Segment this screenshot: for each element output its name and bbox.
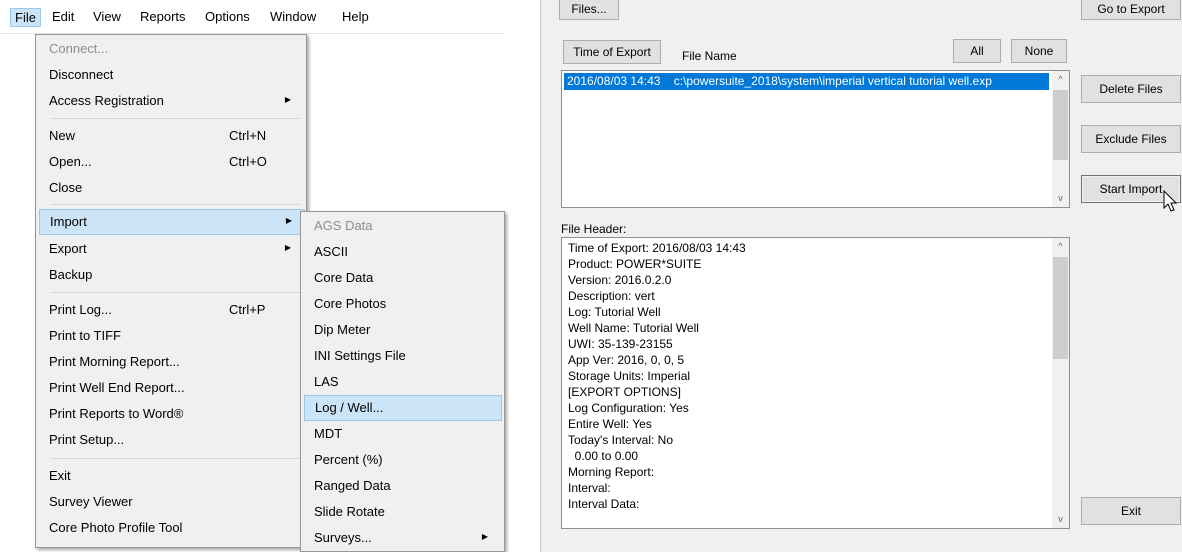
menu-item-survey-viewer[interactable]: Survey Viewer [39, 490, 303, 514]
submenu-item-ags-data: AGS Data [314, 218, 373, 233]
menu-help[interactable]: Help [342, 9, 369, 24]
file-header-line: Today's Interval: No [568, 433, 674, 447]
submenu-item-ranged-data[interactable]: Ranged Data [304, 474, 500, 498]
file-header-line: [EXPORT OPTIONS] [568, 385, 681, 399]
file-list-row[interactable]: 2016/08/03 14:43 c:\powersuite_2018\syst… [564, 73, 1049, 90]
menu-item-export[interactable]: Export ▶ [39, 237, 303, 261]
menu-item-print-setup[interactable]: Print Setup... [39, 428, 303, 452]
submenu-arrow-icon: ▶ [481, 532, 488, 541]
submenu-item-core-data[interactable]: Core Data [304, 266, 500, 290]
menu-item-print-log[interactable]: Print Log... Ctrl+P [39, 298, 303, 322]
menu-item-print-morning-report[interactable]: Print Morning Report... [39, 350, 303, 374]
menu-bar: File Edit View Reports Options Window He… [0, 0, 505, 34]
submenu-item-ascii[interactable]: ASCII [304, 240, 500, 264]
scroll-up-icon[interactable]: ^ [1052, 238, 1069, 255]
file-header-line: App Ver: 2016, 0, 0, 5 [568, 353, 685, 367]
menu-separator [50, 292, 300, 293]
scroll-thumb[interactable] [1053, 90, 1068, 160]
file-header-line: Interval Data: [568, 497, 640, 511]
menu-separator [50, 118, 300, 119]
submenu-item-slide-rotate[interactable]: Slide Rotate [304, 500, 500, 524]
file-header-label: File Header: [561, 222, 627, 236]
exit-button[interactable]: Exit [1081, 497, 1181, 525]
file-header-line: Entire Well: Yes [568, 417, 652, 431]
file-header-line: Product: POWER*SUITE [568, 257, 702, 271]
submenu-arrow-icon: ▶ [284, 243, 291, 252]
submenu-item-ini-settings-file[interactable]: INI Settings File [304, 344, 500, 368]
menu-item-connect: Connect... [49, 41, 109, 56]
menu-item-open[interactable]: Open... Ctrl+O [39, 150, 303, 174]
scroll-thumb[interactable] [1053, 257, 1068, 359]
file-header-line: Time of Export: 2016/08/03 14:43 [568, 241, 746, 255]
import-submenu: AGS Data ASCII Core Data Core Photos Dip… [300, 211, 505, 552]
file-name-column-label: File Name [682, 49, 737, 63]
file-header-line: Version: 2016.0.2.0 [568, 273, 672, 287]
exclude-files-button[interactable]: Exclude Files [1081, 125, 1181, 153]
submenu-item-las[interactable]: LAS [304, 370, 500, 394]
menu-item-import[interactable]: Import ▶ [39, 209, 305, 235]
menu-file[interactable]: File [10, 8, 41, 27]
menu-item-new[interactable]: New Ctrl+N [39, 124, 303, 148]
time-of-export-column-button[interactable]: Time of Export [563, 40, 661, 64]
submenu-arrow-icon: ▶ [284, 95, 291, 104]
menu-item-close[interactable]: Close [39, 176, 303, 200]
files-button[interactable]: Files... [559, 0, 619, 20]
delete-files-button[interactable]: Delete Files [1081, 75, 1181, 103]
submenu-item-surveys[interactable]: Surveys... ▶ [304, 526, 500, 550]
scroll-up-icon[interactable]: ^ [1052, 71, 1069, 88]
menu-item-disconnect[interactable]: Disconnect [39, 63, 303, 87]
file-list-path: c:\powersuite_2018\system\imperial verti… [673, 74, 992, 88]
menu-separator [50, 458, 300, 459]
menu-view[interactable]: View [93, 9, 121, 24]
scroll-down-icon[interactable]: v [1052, 511, 1069, 528]
file-header-line: Interval: [568, 481, 611, 495]
submenu-item-mdt[interactable]: MDT [304, 422, 500, 446]
submenu-item-percent[interactable]: Percent (%) [304, 448, 500, 472]
file-menu-dropdown: Connect... Disconnect Access Registratio… [35, 34, 307, 548]
mouse-cursor-icon [1163, 190, 1178, 212]
menu-item-print-well-end-report[interactable]: Print Well End Report... [39, 376, 303, 400]
go-to-export-button[interactable]: Go to Export [1081, 0, 1181, 20]
menu-reports[interactable]: Reports [140, 9, 186, 24]
file-header-line: 0.00 to 0.00 [568, 449, 639, 463]
menu-item-print-to-tiff[interactable]: Print to TIFF [39, 324, 303, 348]
import-dialog: Files... Go to Export Time of Export Fil… [540, 0, 1182, 552]
file-header-line: Morning Report: [568, 465, 655, 479]
file-list-time: 2016/08/03 14:43 [567, 74, 661, 88]
file-header-line: Description: vert [568, 289, 655, 303]
file-header-line: UWI: 35-139-23155 [568, 337, 673, 351]
submenu-item-dip-meter[interactable]: Dip Meter [304, 318, 500, 342]
menu-separator [50, 204, 300, 205]
file-list-scrollbar[interactable]: ^ v [1052, 71, 1069, 207]
file-header-line: Storage Units: Imperial [568, 369, 691, 383]
none-button[interactable]: None [1011, 39, 1067, 63]
submenu-item-core-photos[interactable]: Core Photos [304, 292, 500, 316]
menu-item-core-photo-profile-tool[interactable]: Core Photo Profile Tool [39, 516, 303, 540]
menu-item-access-registration[interactable]: Access Registration ▶ [39, 89, 303, 113]
file-header-line: Log Configuration: Yes [568, 401, 689, 415]
menu-options[interactable]: Options [205, 9, 250, 24]
all-button[interactable]: All [953, 39, 1001, 63]
submenu-item-log-well[interactable]: Log / Well... [304, 395, 502, 421]
file-header-textbox[interactable]: Time of Export: 2016/08/03 14:43 Product:… [561, 237, 1070, 529]
file-list[interactable]: 2016/08/03 14:43 c:\powersuite_2018\syst… [561, 70, 1070, 208]
menu-item-exit[interactable]: Exit [39, 464, 303, 488]
menu-window[interactable]: Window [270, 9, 316, 24]
file-header-line: Well Name: Tutorial Well [568, 321, 699, 335]
submenu-arrow-icon: ▶ [285, 216, 292, 225]
menu-item-print-reports-to-word[interactable]: Print Reports to Word® [39, 402, 303, 426]
file-header-scrollbar[interactable]: ^ v [1052, 238, 1069, 528]
file-header-line: Log: Tutorial Well [568, 305, 661, 319]
scroll-down-icon[interactable]: v [1052, 190, 1069, 207]
menu-item-backup[interactable]: Backup [39, 263, 303, 287]
menu-edit[interactable]: Edit [52, 9, 74, 24]
